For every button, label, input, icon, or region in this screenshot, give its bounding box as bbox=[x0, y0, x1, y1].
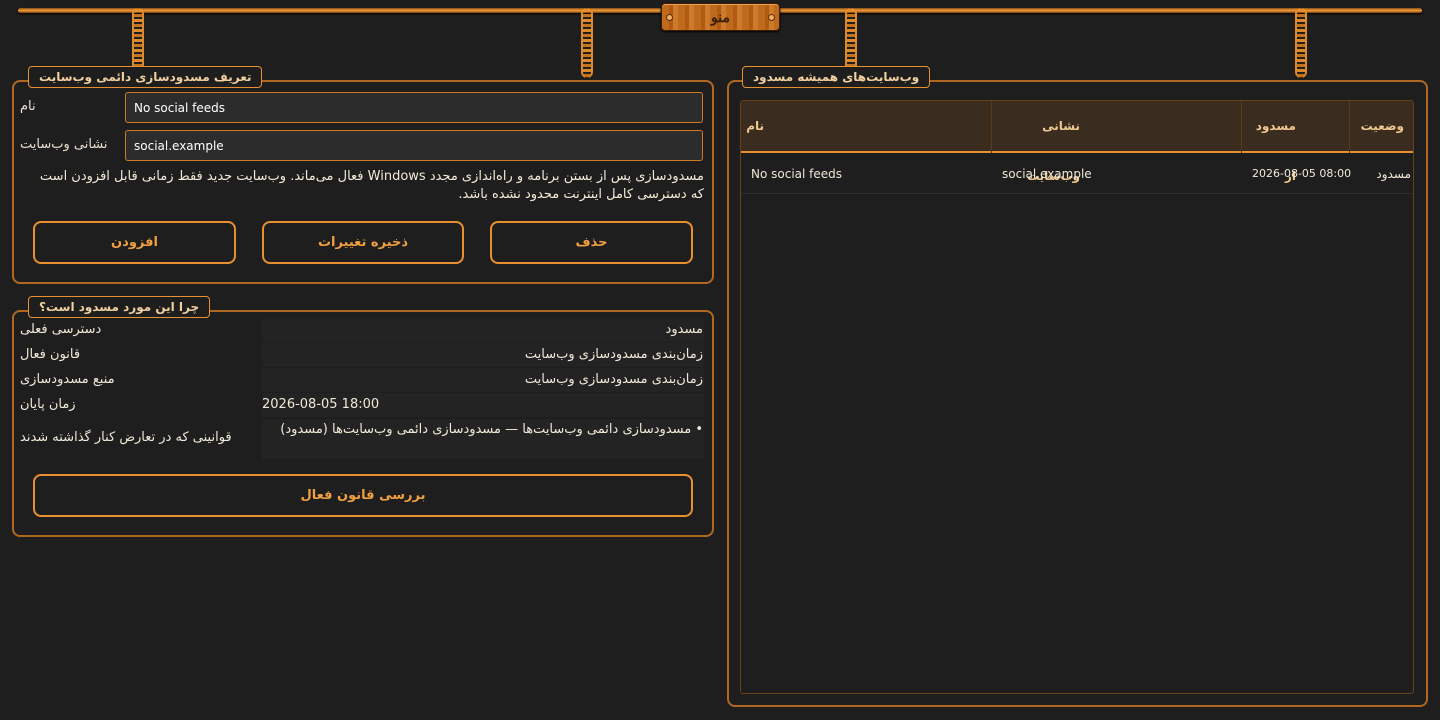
why-label-conflicts: قوانینی که در تعارض کنار گذاشته شدند bbox=[20, 430, 232, 445]
review-active-rule-button[interactable]: بررسی قانون فعال bbox=[33, 474, 693, 517]
why-value-access: مسدود bbox=[665, 322, 703, 337]
why-value-source: زمان‌بندی مسدودسازی وب‌سایت bbox=[524, 372, 703, 387]
chain-icon bbox=[1295, 8, 1307, 78]
cell-name: No social feeds bbox=[751, 167, 843, 181]
why-label-end-time: زمان پایان bbox=[20, 397, 76, 412]
add-button[interactable]: افزودن bbox=[33, 221, 236, 264]
menu-button[interactable]: منو bbox=[661, 3, 780, 31]
column-header-name[interactable]: نام bbox=[742, 101, 764, 151]
table-row[interactable]: No social feeds social.example 2026-08-0… bbox=[741, 154, 1413, 194]
column-header-status[interactable]: وضعیت bbox=[1350, 101, 1404, 151]
name-label: نام bbox=[20, 99, 36, 114]
why-legend: چرا این مورد مسدود است؟ bbox=[28, 296, 211, 318]
rivet-icon bbox=[666, 14, 673, 21]
why-value-conflicts: • مسدودسازی دائمی وب‌سایت‌ها — مسدودسازی… bbox=[280, 422, 703, 437]
why-label-access: دسترسی فعلی bbox=[20, 322, 102, 337]
column-header-blocked-since[interactable]: مسدود از bbox=[1242, 101, 1296, 183]
blocked-legend: وب‌سایت‌های همیشه مسدود bbox=[742, 66, 931, 88]
cell-status: مسدود bbox=[1376, 167, 1411, 181]
cell-address: social.example bbox=[1002, 167, 1092, 181]
address-input[interactable] bbox=[125, 130, 703, 161]
persistence-note: مسدودسازی پس از بستن برنامه و راه‌اندازی… bbox=[39, 169, 704, 202]
definition-legend: تعریف مسدودسازی دائمی وب‌سایت bbox=[28, 66, 263, 88]
why-value-end-time: 2026-08-05 18:00 bbox=[262, 397, 380, 412]
why-label-active-rule: قانون فعال bbox=[20, 347, 81, 362]
why-label-source: منبع مسدودسازی bbox=[20, 372, 115, 387]
chain-icon bbox=[581, 8, 593, 78]
why-value-active-rule: زمان‌بندی مسدودسازی وب‌سایت bbox=[524, 347, 703, 362]
menu-label: منو bbox=[711, 9, 730, 25]
name-input[interactable] bbox=[125, 92, 703, 123]
column-header-address[interactable]: نشانی وب‌سایت bbox=[992, 101, 1080, 183]
rivet-icon bbox=[768, 14, 775, 21]
cell-blocked-since: 2026-08-05 08:00 bbox=[1252, 167, 1352, 180]
save-changes-button[interactable]: ذخیره تغییرات bbox=[262, 221, 464, 264]
delete-button[interactable]: حذف bbox=[490, 221, 693, 264]
address-label: نشانی وب‌سایت bbox=[20, 137, 108, 152]
